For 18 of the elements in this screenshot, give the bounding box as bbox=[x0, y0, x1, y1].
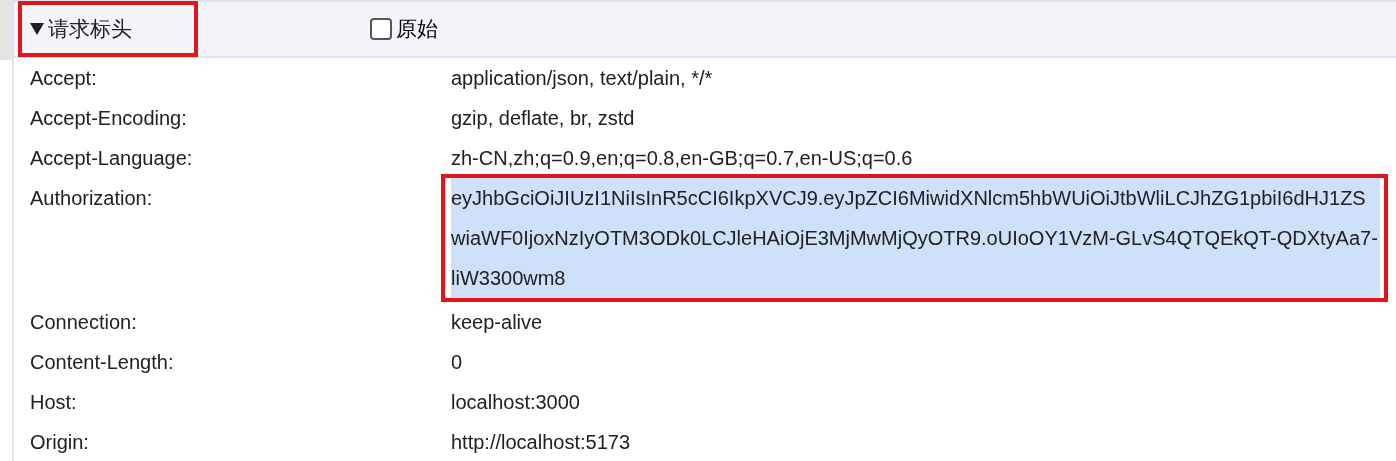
header-value: gzip, deflate, br, zstd bbox=[451, 106, 635, 131]
header-value: 0 bbox=[451, 350, 463, 375]
raw-checkbox[interactable]: 原始 bbox=[370, 13, 438, 45]
header-name: Connection: bbox=[29, 310, 138, 335]
header-name: Origin: bbox=[29, 430, 90, 455]
header-value: localhost:3000 bbox=[451, 390, 580, 415]
header-name: Authorization: bbox=[29, 186, 154, 211]
header-value: zh-CN,zh;q=0.9,en;q=0.8,en-GB;q=0.7,en-US;q=0.6 bbox=[451, 146, 913, 171]
header-name: Content-Length: bbox=[29, 350, 175, 375]
header-value: http://localhost:5173 bbox=[451, 430, 630, 455]
header-name: Accept: bbox=[29, 66, 98, 91]
header-name: Accept-Encoding: bbox=[29, 106, 188, 131]
header-name: Host: bbox=[29, 390, 78, 415]
section-toggle[interactable]: 请求标头 bbox=[18, 1, 198, 57]
header-value: application/json, text/plain, */* bbox=[451, 66, 713, 91]
header-name: Accept-Language: bbox=[29, 146, 194, 171]
triangle-down-icon bbox=[30, 23, 44, 35]
header-value: keep-alive bbox=[451, 310, 543, 335]
